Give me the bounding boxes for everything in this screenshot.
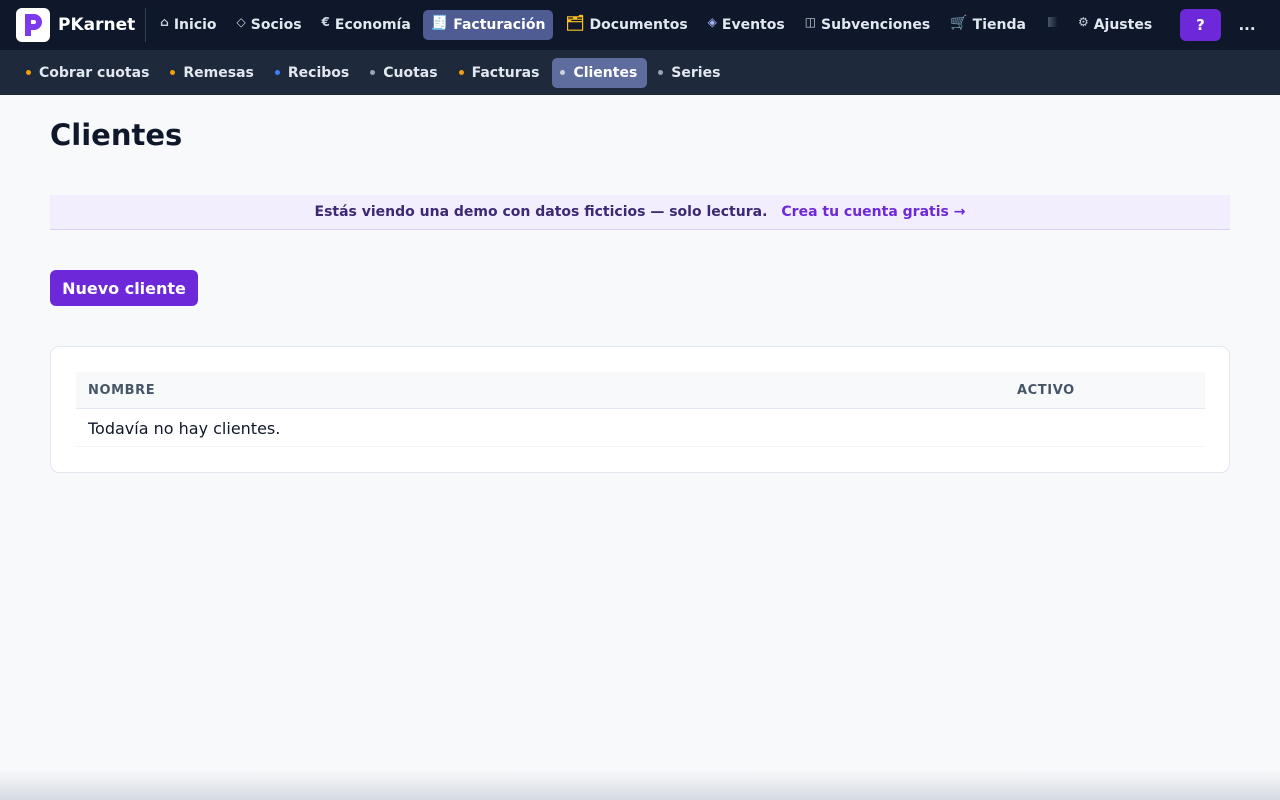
- new-client-button[interactable]: Nuevo cliente: [50, 270, 198, 306]
- nav-item-label: Inicio: [173, 17, 217, 33]
- cart-icon: 🛒: [950, 15, 968, 31]
- status-dot: [26, 70, 31, 75]
- receipt-icon: 🧾: [430, 15, 449, 31]
- nav-item-label: Economía: [334, 17, 411, 33]
- subnav-item-label: Clientes: [573, 64, 638, 81]
- status-dot: [370, 70, 376, 75]
- subnav-item-series[interactable]: Series: [650, 58, 730, 88]
- diamond-icon: ◈: [707, 15, 717, 29]
- nav-item-facturacion[interactable]: 🧾 Facturación: [422, 10, 554, 40]
- status-dot: [560, 70, 566, 75]
- top-navigation-bar: PKarnet ⌂ Inicio ◇ Socios € Economía 🧾 F…: [0, 0, 1280, 50]
- nav-item-ajustes[interactable]: ⚙ Ajustes: [1070, 10, 1160, 40]
- bottom-edge-shadow: [0, 770, 1280, 800]
- subnav-item-label: Cobrar cuotas: [39, 64, 150, 81]
- empty-state-message: Todavía no hay clientes.: [88, 419, 281, 438]
- subnav-item-label: Series: [671, 64, 721, 81]
- nav-item-label: Subvenciones: [821, 17, 931, 33]
- status-dot: [658, 70, 664, 75]
- nav-item-label: Tienda: [972, 17, 1026, 33]
- overflow-fade-indicator: [1047, 17, 1058, 27]
- status-dot: [274, 70, 280, 75]
- subnav-item-label: Facturas: [471, 64, 540, 81]
- create-account-link[interactable]: Crea tu cuenta gratis →: [781, 204, 965, 220]
- subnav-item-clientes[interactable]: Clientes: [552, 57, 648, 88]
- nav-item-subvenciones[interactable]: ◫ Subvenciones: [797, 10, 939, 40]
- more-options-button[interactable]: ...: [1234, 12, 1260, 38]
- nav-item-label: Facturación: [453, 17, 546, 33]
- subnav-item-cobrar-cuotas[interactable]: Cobrar cuotas: [18, 58, 159, 88]
- status-dot: [170, 70, 176, 75]
- page-title: Clientes: [50, 118, 183, 152]
- folder-icon: 🗂: [565, 14, 585, 32]
- subnav-item-label: Remesas: [183, 64, 254, 81]
- nav-item-economia[interactable]: € Economía: [314, 10, 419, 40]
- subnav-item-recibos[interactable]: Recibos: [267, 58, 359, 88]
- nav-item-label: Ajustes: [1093, 17, 1153, 33]
- nav-item-label: Eventos: [721, 17, 785, 33]
- table-header: NOMBRE ACTIVO: [76, 372, 1205, 409]
- subnav-item-remesas[interactable]: Remesas: [162, 58, 263, 88]
- subnav-item-label: Recibos: [287, 64, 350, 81]
- home-icon: ⌂: [160, 15, 169, 29]
- clients-table-card: NOMBRE ACTIVO Todavía no hay clientes.: [50, 346, 1230, 473]
- euro-icon: €: [321, 15, 330, 29]
- demo-banner: Estás viendo una demo con datos ficticio…: [50, 195, 1230, 230]
- column-header-nombre[interactable]: NOMBRE: [88, 383, 155, 398]
- nav-item-socios[interactable]: ◇ Socios: [229, 10, 310, 40]
- nav-item-label: Socios: [250, 17, 302, 33]
- nav-item-tienda[interactable]: 🛒 Tienda: [942, 10, 1034, 40]
- billing-sub-navigation: Cobrar cuotas Remesas Recibos Cuotas Fac…: [0, 50, 1280, 95]
- nav-item-documentos[interactable]: 🗂 Documentos: [557, 10, 695, 40]
- column-header-activo[interactable]: ACTIVO: [1017, 383, 1075, 398]
- subnav-item-cuotas[interactable]: Cuotas: [362, 58, 447, 88]
- nav-divider: [145, 8, 147, 42]
- brand-name[interactable]: PKarnet: [58, 15, 135, 35]
- help-button[interactable]: ?: [1180, 9, 1221, 41]
- pkarnet-logo[interactable]: [16, 8, 50, 42]
- subnav-item-label: Cuotas: [383, 64, 438, 81]
- gear-icon: ⚙: [1077, 15, 1089, 29]
- table-empty-row: Todavía no hay clientes.: [76, 409, 1205, 447]
- logo-p-icon: [25, 14, 42, 36]
- nav-item-eventos[interactable]: ◈ Eventos: [700, 10, 793, 40]
- nav-item-inicio[interactable]: ⌂ Inicio: [152, 10, 224, 40]
- nav-item-label: Documentos: [589, 17, 688, 33]
- grant-icon: ◫: [804, 15, 817, 29]
- demo-banner-text: Estás viendo una demo con datos ficticio…: [314, 204, 768, 220]
- subnav-item-facturas[interactable]: Facturas: [451, 58, 550, 88]
- status-dot: [458, 70, 464, 75]
- diamond-outline-icon: ◇: [236, 15, 246, 29]
